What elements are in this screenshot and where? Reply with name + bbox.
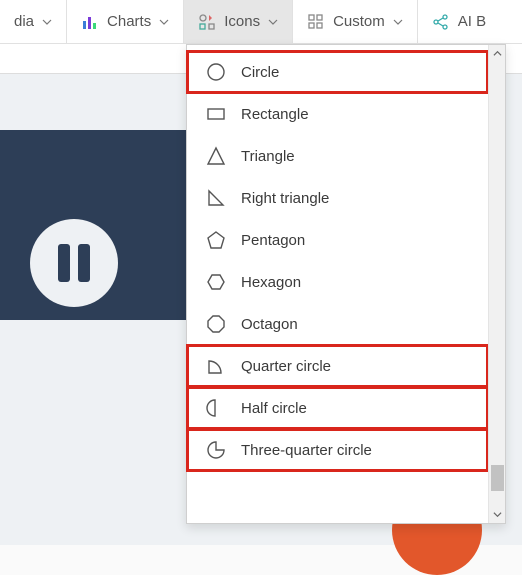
- menu-item-label: Rectangle: [241, 106, 309, 123]
- menu-item-three-quarter-circle[interactable]: Three-quarter circle: [187, 429, 488, 471]
- toolbar-media-label: dia: [14, 13, 34, 30]
- ai-icon: [432, 13, 450, 31]
- menu-item-right-triangle[interactable]: Right triangle: [187, 177, 488, 219]
- charts-icon: [81, 13, 99, 31]
- custom-icon: [307, 13, 325, 31]
- menu-item-half-circle[interactable]: Half circle: [187, 387, 488, 429]
- menu-item-label: Triangle: [241, 148, 295, 165]
- menu-item-hexagon[interactable]: Hexagon: [187, 261, 488, 303]
- toolbar-custom-label: Custom: [333, 13, 385, 30]
- menu-item-triangle[interactable]: Triangle: [187, 135, 488, 177]
- pause-icon: [30, 219, 118, 307]
- menu-item-label: Octagon: [241, 316, 298, 333]
- quarter-circle-icon: [205, 355, 227, 377]
- icons-dropdown: Circle Rectangle Triangle Right triangle Pen…: [186, 44, 506, 524]
- toolbar-ai[interactable]: AI B: [418, 0, 500, 43]
- menu-item-quarter-circle[interactable]: Quarter circle: [187, 345, 488, 387]
- menu-item-label: Three-quarter circle: [241, 442, 372, 459]
- toolbar: dia Charts Icons: [0, 0, 522, 44]
- menu-item-label: Quarter circle: [241, 358, 331, 375]
- rectangle-icon: [205, 103, 227, 125]
- octagon-icon: [205, 313, 227, 335]
- chevron-down-icon: [393, 17, 403, 27]
- menu-item-circle[interactable]: Circle: [187, 51, 488, 93]
- scrollbar-thumb[interactable]: [491, 465, 504, 491]
- menu-item-label: Hexagon: [241, 274, 301, 291]
- scroll-up-icon[interactable]: [489, 45, 505, 62]
- triangle-icon: [205, 145, 227, 167]
- menu-item-label: Circle: [241, 64, 279, 81]
- chevron-down-icon: [42, 17, 52, 27]
- toolbar-custom[interactable]: Custom: [293, 0, 417, 43]
- icons-dropdown-list: Circle Rectangle Triangle Right triangle Pen…: [187, 45, 488, 523]
- toolbar-icons-label: Icons: [224, 13, 260, 30]
- toolbar-charts-label: Charts: [107, 13, 151, 30]
- chevron-down-icon: [159, 17, 169, 27]
- menu-item-label: Right triangle: [241, 190, 329, 207]
- half-circle-icon: [205, 397, 227, 419]
- dropdown-scrollbar[interactable]: [488, 45, 505, 523]
- toolbar-icons[interactable]: Icons: [184, 0, 292, 43]
- toolbar-media[interactable]: dia: [0, 0, 66, 43]
- menu-item-octagon[interactable]: Octagon: [187, 303, 488, 345]
- scroll-down-icon[interactable]: [489, 506, 505, 523]
- pentagon-icon: [205, 229, 227, 251]
- toolbar-ai-label: AI B: [458, 13, 486, 30]
- hexagon-icon: [205, 271, 227, 293]
- menu-item-rectangle[interactable]: Rectangle: [187, 93, 488, 135]
- right-triangle-icon: [205, 187, 227, 209]
- icons-icon: [198, 13, 216, 31]
- menu-item-label: Half circle: [241, 400, 307, 417]
- chevron-down-icon: [268, 17, 278, 27]
- three-quarter-circle-icon: [205, 439, 227, 461]
- menu-item-label: Pentagon: [241, 232, 305, 249]
- menu-item-pentagon[interactable]: Pentagon: [187, 219, 488, 261]
- circle-icon: [205, 61, 227, 83]
- toolbar-charts[interactable]: Charts: [67, 0, 183, 43]
